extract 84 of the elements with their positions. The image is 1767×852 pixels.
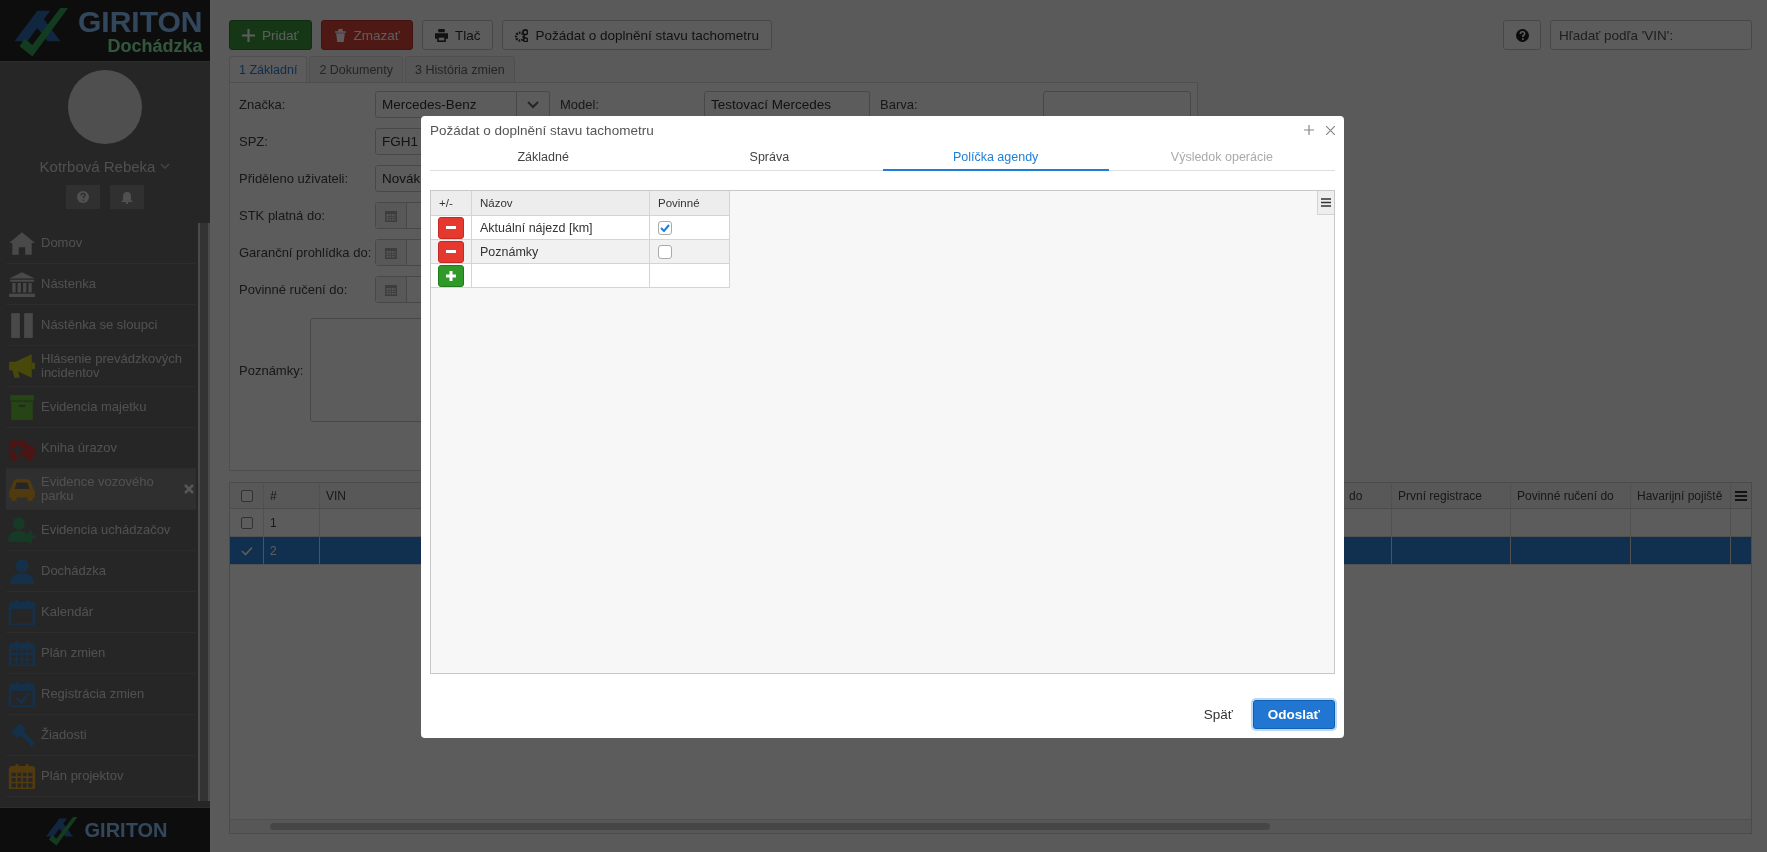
calendar-icon [385,283,397,296]
text-field[interactable]: Testovací Mercedes [704,91,870,118]
column-header: Povinné ručení do [1517,488,1614,503]
field-label: Barva: [880,97,919,112]
product-name: Dochádzka [107,36,203,55]
text-field[interactable] [1043,91,1191,118]
field-label: STK platná do: [239,208,326,223]
field-label: Přiděleno uživateli: [239,171,350,186]
delete-button[interactable]: Zmazať [320,20,413,50]
remove-button[interactable] [438,240,464,263]
check-icon [240,545,253,556]
megaphone-icon [8,353,36,379]
field-label: Garanční prohlídka do: [239,245,373,260]
wizard-step[interactable]: Základné [430,144,657,171]
column-header: VIN [326,488,346,503]
gears-icon [515,28,529,42]
submit-button[interactable]: Odoslať [1252,700,1335,729]
column-header: # [270,488,277,503]
column-header: +/- [431,191,472,216]
column-header: do [1349,488,1363,503]
calendar-check-icon [8,681,36,707]
request-button[interactable]: Požádat o doplnění stavu tachometru [502,20,773,50]
calendar-grid-icon [8,763,36,789]
field-label: SPZ: [239,134,269,149]
help-button[interactable] [66,185,100,209]
remove-button[interactable] [438,216,464,239]
table-cell: 2 [270,543,277,558]
check-icon [660,223,670,232]
maximize-icon[interactable] [1304,125,1314,135]
chevron-down-icon [160,163,171,169]
table-cell: Aktuální nájezd [km] [472,216,650,240]
minus-icon [446,250,456,253]
car-icon [8,476,36,502]
checkbox[interactable] [658,220,672,235]
user-icon [8,558,36,584]
menu-button[interactable] [1317,191,1334,215]
close-icon[interactable] [1326,125,1335,135]
print-button[interactable]: Tlač [421,20,494,50]
help-button[interactable] [1503,20,1541,50]
chevron-down-icon [527,100,539,109]
menu-icon[interactable] [1735,490,1747,501]
trash-icon [333,28,347,42]
add-button[interactable] [438,264,464,287]
plus-icon [242,28,255,42]
column-header: Názov [472,191,650,216]
back-button[interactable]: Späť [1203,707,1233,722]
column-header: Povinné [650,191,730,216]
add-button[interactable]: Pridať [229,20,312,50]
wizard-step[interactable]: Správa [656,144,883,171]
checkbox[interactable] [240,489,253,502]
archive-box-icon [8,394,36,420]
bell-icon [121,190,133,204]
notifications-button[interactable] [110,185,144,209]
brand-name: GIRITON [84,818,168,842]
dialog-title: Požádat o doplnění stavu tachometru [430,122,655,138]
checkbox[interactable] [658,244,672,259]
field-label: Značka: [239,97,287,112]
calendar-grid-icon [8,640,36,666]
column-header: První registrace [1398,488,1483,503]
tab[interactable]: 1 Základní [229,56,308,82]
printer-icon [434,28,448,42]
home-icon [8,230,36,256]
bank-icon [8,271,36,297]
field-label: Poznámky: [239,362,305,378]
field-label: Model: [560,97,601,112]
table-cell: Poznámky [472,240,650,264]
columns-icon [8,312,36,338]
help-icon [1515,28,1529,42]
plus-icon [446,270,456,281]
gavel-icon [8,722,36,748]
checkbox[interactable] [240,516,253,529]
menu-icon [1321,198,1331,207]
brand-name: GIRITON [78,6,203,37]
select-field[interactable]: Mercedes-Benz [375,91,550,118]
search-field[interactable]: Hľadať podľa 'VIN': [1550,20,1752,50]
calendar-icon [385,246,397,259]
table-cell: 1 [270,515,277,530]
column-header: Havarijní pojiště [1637,488,1723,503]
field-label: Povinné ručení do: [239,282,349,297]
calendar-icon [8,599,36,625]
calendar-icon [385,209,397,222]
wizard-step[interactable]: Políčka agendy [882,144,1109,171]
help-icon [77,191,89,203]
minus-icon [446,226,456,229]
